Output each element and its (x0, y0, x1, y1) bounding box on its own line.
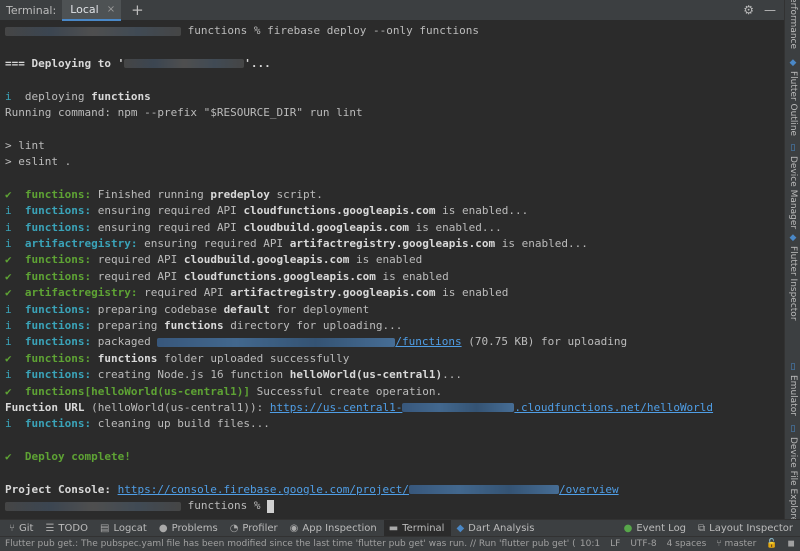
status-bar: Flutter pub get.: The pubspec.yaml file … (0, 536, 800, 551)
tool-dart-analysis[interactable]: ◆ Dart Analysis (451, 520, 541, 537)
file-encoding[interactable]: UTF-8 (625, 539, 661, 549)
tool-logcat[interactable]: ▤ Logcat (95, 520, 154, 537)
new-tab-icon[interactable]: + (131, 2, 144, 18)
function-url-link[interactable]: https://us-central1- .cloudfunctions.net/… (270, 401, 713, 414)
project-console-link[interactable]: https://console.firebase.google.com/proj… (118, 483, 619, 496)
terminal-line: i deploying functions (5, 89, 151, 103)
line-separator[interactable]: LF (605, 539, 625, 549)
branch-icon: ⑂ (716, 539, 725, 549)
event-log-icon: ● (623, 522, 633, 534)
terminal-line: ✔ functions[helloWorld(us-central1)] Suc… (5, 384, 443, 398)
hide-panel-icon[interactable]: — (764, 3, 776, 17)
tab-local-label: Local (70, 2, 99, 16)
terminal-line: i functions: cleaning up build files... (5, 417, 270, 431)
terminal-line: i functions: creating Node.js 16 functio… (5, 368, 462, 382)
redacted-path (157, 337, 396, 347)
redacted-project (409, 485, 559, 495)
emulator-icon: ▯ (788, 362, 798, 372)
side-tab-device-file-explorer[interactable]: ▯ Device File Explorer (786, 424, 800, 526)
terminal-tab-bar: Terminal: Local × + ⚙ — (0, 0, 784, 21)
terminal-line: Running command: npm --prefix "$RESOURCE… (5, 105, 363, 119)
side-tab-device-manager[interactable]: ▯ Device Manager (786, 143, 800, 229)
terminal-line: functions % (5, 498, 779, 514)
terminal-output[interactable]: functions % firebase deploy --only funct… (0, 21, 784, 519)
device-icon: ▯ (788, 143, 798, 153)
tool-todo[interactable]: ☰ TODO (40, 520, 95, 537)
tool-layout-inspector[interactable]: ⧉ Layout Inspector (693, 520, 800, 537)
tool-window-bar: ⑂ Git ☰ TODO ▤ Logcat ● Problems ◔ Profiler ◉… (0, 519, 800, 537)
tab-local[interactable]: Local × (62, 0, 122, 21)
terminal-line: > lint (5, 138, 45, 152)
logcat-icon: ▤ (99, 522, 110, 534)
lock-icon[interactable]: 🔓 (761, 539, 782, 549)
terminal-line: ✔ functions: required API cloudbuild.goo… (5, 253, 423, 267)
tool-event-log[interactable]: ● Event Log (619, 520, 693, 537)
terminal-cursor (267, 499, 275, 513)
redacted-path (5, 26, 181, 36)
terminal-line: Function URL (helloWorld(us-central1)): … (5, 400, 714, 414)
inspection-icon: ◉ (289, 522, 299, 534)
terminal-line: functions % firebase deploy --only funct… (5, 23, 779, 39)
terminal-line: i functions: packaged /functions (70.75 … (5, 335, 628, 349)
packaged-path-link[interactable]: /functions (395, 335, 461, 348)
tool-profiler[interactable]: ◔ Profiler (225, 520, 285, 537)
terminal-line: i functions: ensuring required API cloud… (5, 220, 502, 234)
terminal-line: i functions: preparing codebase default … (5, 302, 370, 316)
deploy-complete-text: Deploy complete! (24, 450, 131, 464)
indent-setting[interactable]: 4 spaces (662, 539, 712, 549)
flutter-icon: ◆ (788, 233, 798, 243)
redacted-project (402, 403, 515, 413)
problems-icon: ● (158, 522, 168, 534)
tool-terminal[interactable]: ▬ Terminal (383, 519, 452, 537)
device-icon: ▯ (788, 424, 798, 434)
terminal-line: Project Console: https://console.firebas… (5, 482, 619, 496)
branch-icon: ⑂ (9, 522, 15, 534)
terminal-line: ✔ functions: Finished running predeploy … (5, 187, 323, 201)
side-tab-emulator[interactable]: ▯ Emulator (786, 362, 800, 416)
right-tool-strip: Performance ◆ Flutter Outline ▯ Device Man… (784, 0, 800, 526)
git-branch[interactable]: ⑂ master (711, 539, 761, 549)
flutter-icon: ◆ (788, 58, 798, 68)
terminal-line: ✔ functions: required API cloudfunctions… (5, 269, 449, 283)
side-tab-performance[interactable]: Performance (786, 0, 800, 49)
tool-problems[interactable]: ● Problems (154, 520, 225, 537)
status-message[interactable]: Flutter pub get.: The pubspec.yaml file … (5, 539, 575, 549)
caret-position[interactable]: 10:1 (575, 539, 605, 549)
dart-icon: ◆ (456, 522, 465, 534)
memory-icon: ◼ (787, 539, 795, 549)
terminal-line: ✔ functions: functions folder uploaded s… (5, 351, 350, 365)
redacted-project (124, 59, 245, 69)
terminal-line: === Deploying to ' '... (5, 56, 271, 70)
tool-app-inspection[interactable]: ◉ App Inspection (285, 520, 384, 537)
close-tab-icon[interactable]: × (107, 4, 115, 15)
terminal-line: > eslint . (5, 155, 72, 169)
terminal-line: i functions: preparing functions directo… (5, 319, 403, 333)
tool-git[interactable]: ⑂ Git (4, 520, 40, 537)
terminal-line: ✔ Deploy complete! (5, 450, 131, 464)
side-tab-flutter-inspector[interactable]: ◆ Flutter Inspector (786, 233, 800, 321)
side-tab-flutter-outline[interactable]: ◆ Flutter Outline (786, 58, 800, 136)
terminal-line: ✔ artifactregistry: required API artifac… (5, 286, 509, 300)
terminal-line: i functions: ensuring required API cloud… (5, 204, 529, 218)
terminal-actions: ⚙ — (743, 3, 784, 17)
settings-gear-icon[interactable]: ⚙ (743, 3, 754, 17)
redacted-path (5, 501, 181, 511)
profiler-icon: ◔ (229, 522, 239, 534)
list-icon: ☰ (45, 522, 55, 534)
terminal-icon: ▬ (388, 522, 399, 534)
terminal-title: Terminal: (6, 3, 57, 17)
terminal-line: i artifactregistry: ensuring required AP… (5, 237, 588, 251)
layout-inspector-icon: ⧉ (698, 522, 706, 534)
